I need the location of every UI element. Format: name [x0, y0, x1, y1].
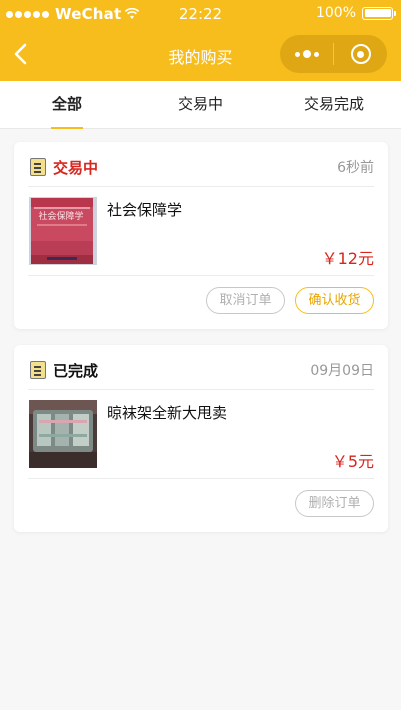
battery-status: 100% — [315, 5, 396, 21]
document-icon — [30, 158, 46, 176]
product-price: ￥5元 — [331, 452, 374, 471]
order-card-header: 已完成 09月09日 — [14, 345, 388, 389]
order-status: 交易中 — [53, 159, 99, 177]
product-thumbnail[interactable] — [29, 400, 97, 468]
battery-percent: 100% — [315, 5, 356, 21]
tab-all[interactable]: 全部 — [0, 81, 134, 129]
delete-order-button[interactable]: 删除订单 — [295, 490, 374, 517]
navigation-header: WeChat 22:22 100% 我的购买 — [0, 0, 401, 81]
divider — [28, 478, 374, 479]
divider — [28, 275, 374, 276]
mini-program-capsule — [280, 35, 387, 73]
cancel-order-button[interactable]: 取消订单 — [206, 287, 285, 314]
divider — [28, 186, 374, 187]
order-tabs: 全部 交易中 交易完成 — [0, 81, 401, 129]
product-thumbnail[interactable]: 社会保障学 — [29, 197, 97, 265]
order-card[interactable]: 交易中 6秒前 社会保障学 社会保障学 ￥12元 取消订单 确认收货 — [14, 142, 388, 329]
book-cover-title: 社会保障学 — [38, 210, 83, 222]
order-time: 09月09日 — [310, 363, 374, 379]
tab-completed[interactable]: 交易完成 — [267, 81, 401, 129]
active-tab-indicator — [51, 127, 83, 129]
status-bar: WeChat 22:22 100% — [0, 0, 401, 28]
product-price: ￥12元 — [321, 249, 374, 268]
confirm-receipt-button[interactable]: 确认收货 — [295, 287, 374, 314]
target-circle-icon — [350, 44, 371, 64]
close-mini-program-button[interactable] — [334, 35, 387, 73]
battery-icon — [362, 6, 396, 20]
more-button[interactable] — [280, 35, 333, 73]
product-title[interactable]: 晾袜架全新大甩卖 — [107, 402, 227, 423]
order-status: 已完成 — [53, 362, 99, 380]
more-dots-icon — [294, 50, 319, 58]
document-icon — [30, 361, 46, 379]
order-card-header: 交易中 6秒前 — [14, 142, 388, 186]
order-card[interactable]: 已完成 09月09日 晾袜架全新大甩卖 ￥5元 删除订单 — [14, 345, 388, 532]
product-title[interactable]: 社会保障学 — [107, 199, 182, 220]
tab-trading[interactable]: 交易中 — [134, 81, 267, 129]
order-time: 6秒前 — [337, 160, 374, 176]
divider — [28, 389, 374, 390]
